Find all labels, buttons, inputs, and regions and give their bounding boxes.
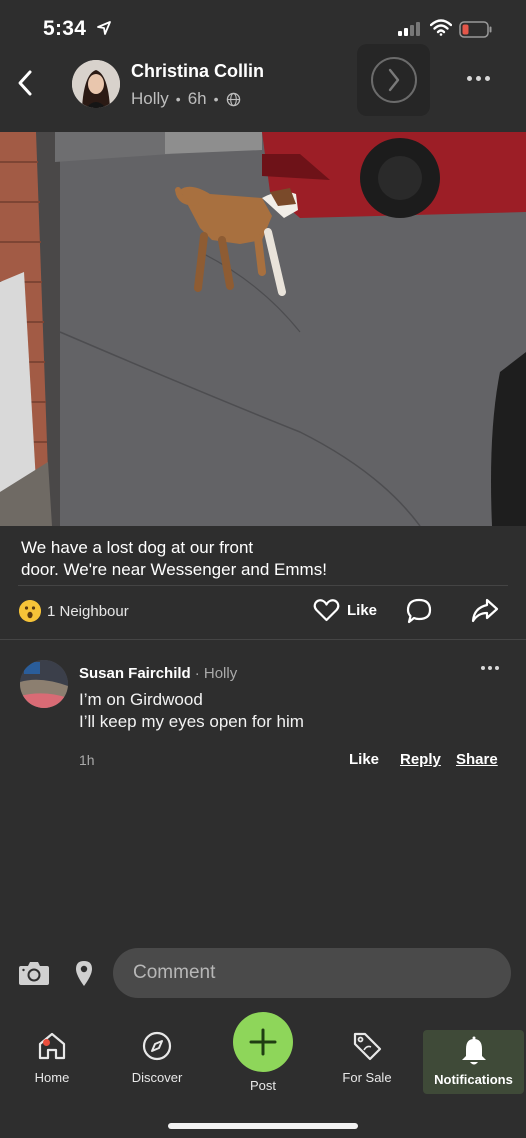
tab-post[interactable] [233, 1012, 293, 1072]
comment-input[interactable] [113, 948, 511, 998]
author-avatar[interactable] [72, 60, 120, 108]
heart-icon [313, 599, 340, 622]
comment-like-button[interactable]: Like [349, 751, 379, 768]
status-bar: 5:34 [0, 0, 526, 56]
commenter-avatar[interactable] [20, 660, 68, 708]
comment-reply-button[interactable]: Reply [400, 751, 441, 768]
divider [18, 585, 508, 586]
comment-item: Susan Fairchild · Holly I’m on Girdwood … [0, 656, 526, 776]
battery-low-icon [459, 21, 492, 38]
bottom-tab-bar: Home Discover Post For Sale Notification… [0, 1012, 526, 1138]
share-arrow-icon[interactable] [470, 597, 500, 625]
separator-dot: • [175, 91, 181, 107]
divider [0, 639, 526, 640]
tab-post-label: Post [249, 1078, 276, 1093]
tab-for-sale[interactable]: For Sale [332, 1030, 402, 1100]
globe-icon [226, 92, 240, 106]
comment-more-icon[interactable] [481, 666, 499, 670]
notification-dot [43, 1039, 50, 1046]
location-arrow-icon [97, 21, 111, 35]
author-neighbourhood[interactable]: Holly [131, 89, 169, 109]
chevron-left-icon [18, 70, 32, 96]
more-options-icon[interactable] [458, 66, 498, 90]
home-icon [38, 1032, 66, 1060]
like-button[interactable]: Like [313, 598, 377, 622]
post-meta: Holly • 6h • [131, 89, 241, 109]
wow-emoji-icon [19, 600, 41, 622]
separator-dot: • [213, 91, 219, 107]
tab-home-label: Home [34, 1070, 70, 1085]
post-header: Christina Collin Holly • 6h • [0, 44, 526, 132]
tab-notifications[interactable]: Notifications [423, 1030, 524, 1094]
chevron-right-icon [370, 57, 417, 103]
wifi-icon [430, 19, 452, 36]
tab-discover-label: Discover [131, 1070, 183, 1085]
comment-location[interactable]: · Holly [195, 665, 238, 682]
bell-icon [461, 1036, 486, 1065]
back-button[interactable] [10, 68, 40, 98]
post-body-text: We have a lost dog at our front door. We… [21, 538, 327, 579]
post-photo[interactable] [0, 132, 526, 526]
next-post-button[interactable] [357, 44, 430, 116]
signal-icon [398, 22, 420, 36]
comment-share-button[interactable]: Share [456, 751, 498, 768]
tab-home[interactable]: Home [22, 1030, 82, 1100]
comment-text: I’m on Girdwood I’ll keep my eyes open f… [79, 690, 304, 731]
tab-notifications-label: Notifications [434, 1072, 513, 1087]
price-tag-icon [353, 1032, 382, 1061]
compass-icon [142, 1031, 172, 1061]
author-name[interactable]: Christina Collin [131, 61, 264, 82]
plus-icon [249, 1028, 277, 1056]
tab-discover[interactable]: Discover [122, 1030, 192, 1100]
home-indicator [168, 1123, 358, 1129]
location-pin-icon[interactable] [74, 959, 94, 987]
post-time: 6h [187, 89, 207, 108]
comment-bubble-icon[interactable] [405, 597, 433, 625]
tab-for-sale-label: For Sale [342, 1070, 392, 1085]
comment-composer [0, 948, 526, 998]
comment-header: Susan Fairchild · Holly [79, 665, 237, 682]
comment-author[interactable]: Susan Fairchild [79, 665, 191, 682]
status-time: 5:34 [43, 17, 87, 40]
post-actions-row: 1 Neighbour Like [0, 596, 526, 628]
comment-time: 1h [79, 752, 95, 768]
reaction-count[interactable]: 1 Neighbour [47, 603, 129, 620]
like-label: Like [347, 601, 378, 619]
camera-icon[interactable] [18, 960, 50, 986]
